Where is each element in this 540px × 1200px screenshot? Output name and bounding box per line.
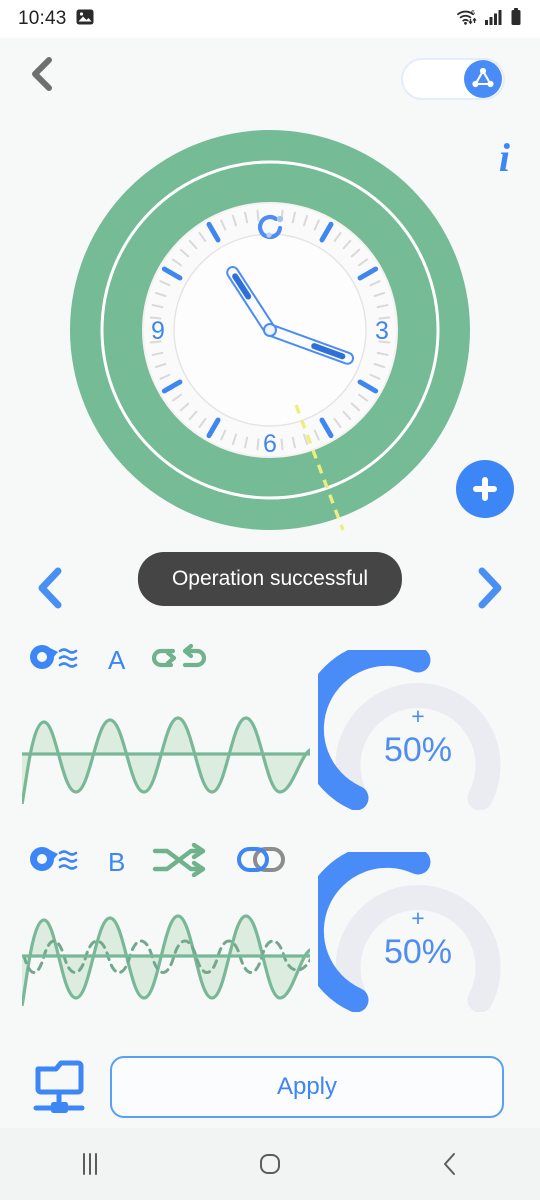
recents-button[interactable] [45,1134,135,1194]
loop-arrows-icon[interactable] [151,642,207,679]
channel-a-icon-group: A [28,640,207,680]
status-bar: 10:43 6 [0,0,540,38]
back-button[interactable] [22,54,62,94]
channel-b-label: B [108,847,126,877]
gauge-track [335,885,501,1013]
toast-message: Operation successful [137,552,403,606]
clock-numeral-9: 9 [151,317,165,345]
channel-a-label: A [108,645,126,675]
clock-center-pin [263,323,277,337]
clock-numeral-6: 6 [263,430,277,458]
cellular-signal-icon [485,9,503,30]
network-toggle-thumb[interactable] [464,60,502,98]
status-bar-left: 10:43 [18,8,94,31]
back-nav-button[interactable] [405,1134,495,1194]
channel-b-icon-group: B [28,842,287,882]
channel-row-a: A + 50% [0,636,540,826]
android-nav-bar [0,1128,540,1200]
shuffle-arrows-icon[interactable] [151,842,209,882]
wave-emitter-icon[interactable] [28,844,82,881]
plus-icon [473,477,497,501]
clock-numeral-3: 3 [375,317,389,345]
svg-text:6: 6 [471,10,475,17]
chevron-right-icon [478,567,502,609]
channel-a-waveform [20,692,312,806]
network-monitor-icon [33,1060,85,1113]
channel-b-gauge[interactable]: + 50% [298,842,518,1013]
chevron-left-icon [38,567,62,609]
wave-emitter-icon[interactable] [28,642,82,679]
status-bar-right: 6 [456,7,522,31]
back-chevron-icon [32,57,52,91]
top-bar: i [0,38,540,178]
home-icon [260,1154,280,1174]
network-toggle[interactable] [401,58,505,100]
carousel-nav: Operation successful [0,552,540,624]
gauge-track [335,683,501,811]
next-button[interactable] [462,560,518,616]
status-time: 10:43 [18,8,67,29]
footer-bar: Apply [0,1046,540,1128]
channel-b-waveform [20,894,312,1008]
network-share-icon [472,67,494,88]
channel-a-gauge[interactable]: + 50% [298,640,518,811]
prev-button[interactable] [22,560,78,616]
chain-link-icon[interactable] [235,844,287,881]
battery-icon [510,7,522,31]
network-monitor-button[interactable] [24,1057,98,1117]
add-button[interactable] [456,460,514,518]
home-button[interactable] [225,1134,315,1194]
info-button[interactable]: i [499,138,510,178]
apply-button[interactable]: Apply [110,1056,504,1118]
channel-row-b: B + 50% [0,838,540,1028]
clock-svg: 3 6 9 [70,130,470,530]
clock-widget[interactable]: 3 6 9 [70,130,470,530]
wifi-6-icon: 6 [456,8,478,31]
image-icon [76,8,94,31]
app-root: 10:43 6 i 3 6 9 Operation successful A +… [0,0,540,1200]
back-icon [444,1153,455,1175]
recents-icon [83,1153,97,1175]
